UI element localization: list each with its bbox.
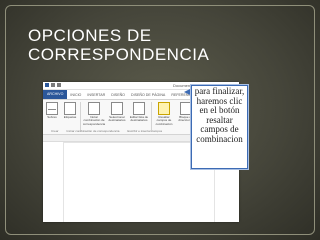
callout-box: para finalizar, haremos clic en el botón…: [191, 85, 248, 169]
title-line: CORRESPONDENCIA: [28, 45, 210, 64]
recipients-icon: [111, 102, 123, 115]
highlight-fields-icon: [158, 102, 170, 115]
tab-inicio[interactable]: INICIO: [67, 93, 84, 97]
tab-insertar[interactable]: INSERTAR: [84, 93, 108, 97]
button-label: Resaltar campos de combinación: [155, 115, 173, 126]
group-label: Iniciar combinación de correspondencia: [66, 129, 120, 133]
mail-merge-icon: [88, 102, 100, 115]
edit-list-icon: [133, 102, 145, 115]
group-divider: [80, 102, 81, 132]
button-label: Sobres: [47, 115, 57, 119]
quick-access-toolbar[interactable]: [45, 83, 75, 87]
button-label: Etiquetas: [63, 115, 77, 119]
tab-diseno[interactable]: DISEÑO: [108, 93, 128, 97]
callout-text: para finalizar, haremos clic en el botón…: [192, 86, 247, 145]
envelope-icon: [46, 102, 58, 115]
callout-line: combinacion: [196, 133, 243, 144]
tab-diseno-pagina[interactable]: DISEÑO DE PÁGINA: [128, 93, 168, 97]
group-label: Crear: [51, 129, 59, 133]
slide-title: OPCIONES DE CORRESPONDENCIA: [28, 26, 288, 64]
tab-archivo[interactable]: ARCHIVO: [43, 90, 68, 99]
button-label: Seleccionar destinatarios: [108, 115, 126, 123]
group-divider: [151, 102, 152, 132]
title-line: OPCIONES DE: [28, 26, 152, 45]
label-icon: [64, 102, 76, 115]
group-label: Escribir e insertar campos: [127, 129, 163, 133]
button-label: Editar lista de destinatarios: [129, 115, 149, 123]
button-label: Iniciar combinación de correspondencia: [82, 115, 106, 126]
